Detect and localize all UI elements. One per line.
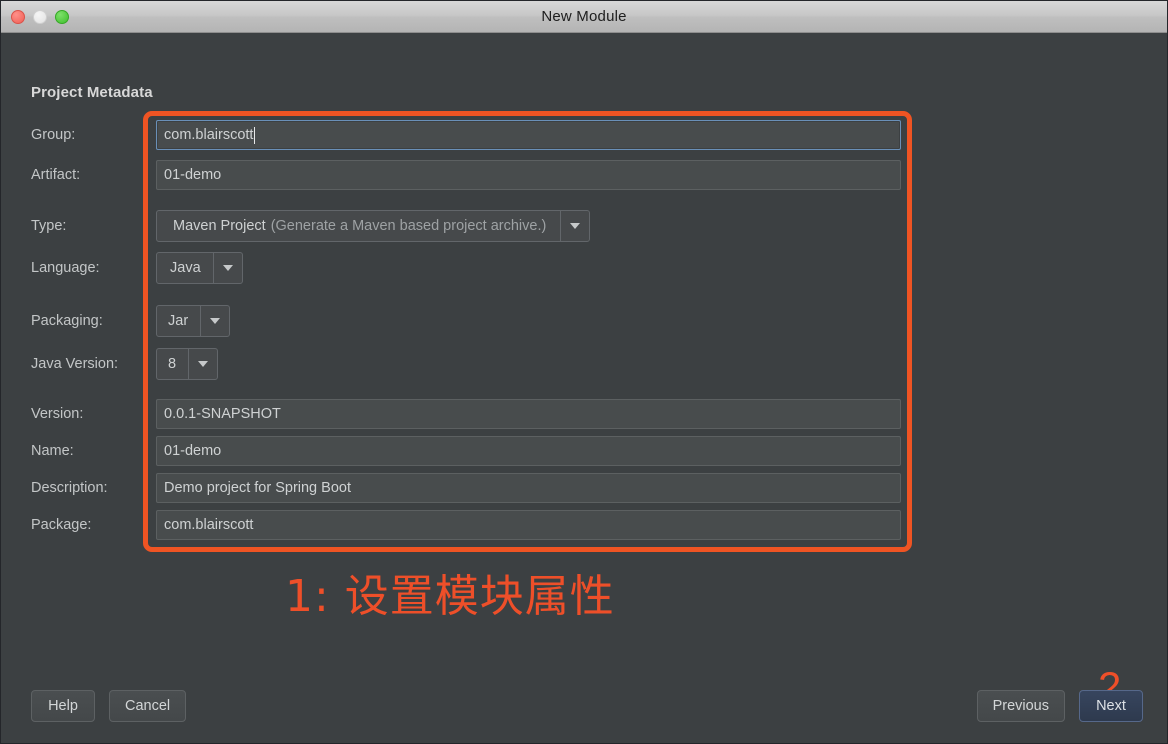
group-input[interactable]: com.blairscott (156, 120, 901, 150)
package-input[interactable]: com.blairscott (156, 510, 901, 540)
language-label: Language: (31, 260, 100, 276)
type-combobox-text: Maven Project (Generate a Maven based pr… (157, 211, 560, 241)
chevron-down-icon[interactable] (560, 211, 589, 241)
package-label: Package: (31, 517, 92, 533)
name-input[interactable]: 01-demo (156, 436, 901, 466)
chevron-down-icon[interactable] (200, 306, 229, 336)
field-row-package: Package: com.blairscott (1, 510, 1167, 540)
field-row-type: Type: Maven Project (Generate a Maven ba… (1, 210, 1167, 242)
description-label: Description: (31, 480, 108, 496)
packaging-value: Jar (168, 313, 189, 329)
packaging-combobox-text: Jar (157, 306, 200, 336)
type-combobox[interactable]: Maven Project (Generate a Maven based pr… (156, 210, 591, 242)
new-module-dialog: New Module Project Metadata Group: com.b… (0, 0, 1168, 744)
field-row-packaging: Packaging: Jar (1, 305, 1167, 337)
chevron-down-icon[interactable] (212, 253, 242, 283)
field-row-java-version: Java Version: 8 (1, 348, 1167, 380)
title-bar: New Module (1, 1, 1167, 33)
annotation-step1-text: 1: 设置模块属性 (285, 571, 615, 622)
java-version-combobox-text: 8 (157, 349, 188, 379)
zoom-button-icon[interactable] (55, 10, 69, 24)
field-row-name: Name: 01-demo (1, 436, 1167, 466)
dialog-buttons-right: Previous Next (976, 690, 1143, 722)
language-combobox[interactable]: Java (156, 252, 243, 284)
packaging-label: Packaging: (31, 313, 103, 329)
field-row-group: Group: com.blairscott (1, 120, 1167, 150)
section-title: Project Metadata (31, 84, 153, 101)
java-version-combobox[interactable]: 8 (156, 348, 219, 380)
field-row-language: Language: Java (1, 252, 1167, 284)
field-row-version: Version: 0.0.1-SNAPSHOT (1, 399, 1167, 429)
field-row-artifact: Artifact: 01-demo (1, 160, 1167, 190)
dialog-body: Project Metadata Group: com.blairscott A… (1, 33, 1167, 743)
artifact-input[interactable]: 01-demo (156, 160, 901, 190)
language-value: Java (170, 260, 201, 276)
version-input[interactable]: 0.0.1-SNAPSHOT (156, 399, 901, 429)
previous-button[interactable]: Previous (976, 690, 1065, 722)
dialog-buttons-left: Help Cancel (31, 690, 187, 722)
type-label: Type: (31, 218, 67, 234)
field-row-description: Description: Demo project for Spring Boo… (1, 473, 1167, 503)
artifact-input-value: 01-demo (164, 167, 222, 183)
version-label: Version: (31, 406, 84, 422)
next-button[interactable]: Next (1079, 690, 1143, 722)
type-value: Maven Project (173, 218, 266, 234)
description-input[interactable]: Demo project for Spring Boot (156, 473, 901, 503)
cancel-button[interactable]: Cancel (109, 690, 187, 722)
language-combobox-text: Java (157, 253, 213, 283)
java-version-label: Java Version: (31, 356, 119, 372)
type-value-hint: (Generate a Maven based project archive.… (270, 218, 547, 234)
description-input-value: Demo project for Spring Boot (164, 480, 351, 496)
version-input-value: 0.0.1-SNAPSHOT (164, 406, 281, 422)
name-label: Name: (31, 443, 74, 459)
window-controls (11, 1, 69, 33)
group-input-value: com.blairscott (164, 127, 254, 143)
package-input-value: com.blairscott (164, 517, 254, 533)
name-input-value: 01-demo (164, 443, 222, 459)
window-title: New Module (541, 8, 627, 25)
artifact-label: Artifact: (31, 167, 81, 183)
help-button[interactable]: Help (31, 690, 95, 722)
java-version-value: 8 (168, 356, 177, 372)
chevron-down-icon[interactable] (188, 349, 217, 379)
group-label: Group: (31, 127, 76, 143)
text-caret (254, 126, 256, 144)
close-button-icon[interactable] (11, 10, 25, 24)
packaging-combobox[interactable]: Jar (156, 305, 231, 337)
minimize-button-icon[interactable] (33, 10, 47, 24)
